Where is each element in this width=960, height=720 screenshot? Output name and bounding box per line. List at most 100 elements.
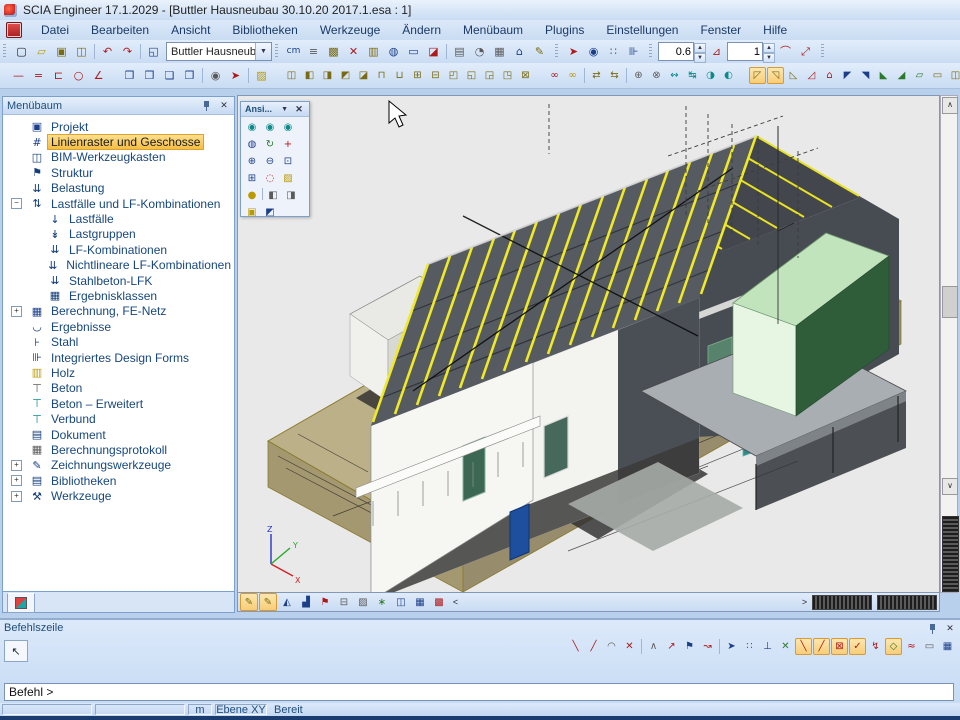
pointer-tool-button[interactable]: ↖ <box>4 640 28 662</box>
tree-item-design-forms[interactable]: ⊪Integriertes Design Forms <box>3 350 234 365</box>
member-check-button[interactable]: ∷ <box>604 42 623 61</box>
entity-table-button-2[interactable]: ▦ <box>411 593 429 611</box>
save-button[interactable]: ▣ <box>52 42 71 61</box>
snap-flag[interactable]: ⚑ <box>681 638 698 655</box>
menu-datei[interactable]: Datei <box>30 21 80 39</box>
clipping-box-button[interactable]: ▨ <box>279 170 297 187</box>
scroll-left-icon[interactable]: < <box>449 595 462 610</box>
snap-polygon[interactable]: ◇ <box>885 638 902 655</box>
copy-add-tool[interactable]: ❏ <box>160 66 179 85</box>
animation-slider-2[interactable] <box>877 595 937 610</box>
fly-through-tool[interactable]: ➤ <box>226 66 245 85</box>
zoom-in-button[interactable]: ⊕ <box>243 153 261 170</box>
cursor-snap-settings[interactable]: ➤ <box>723 638 740 655</box>
menu-menuebaum[interactable]: Menübaum <box>452 21 534 39</box>
view-palette[interactable]: Ansi... ▼ ✕ ◉ ◉ ◉ ◍ ↻ + ⊕ ⊖ ⊡ ⊞ ◌ ▨ ● ◧ … <box>240 101 310 217</box>
frame-tool-1[interactable]: ▭ <box>929 67 946 84</box>
vertical-scrollbar[interactable]: ∧ ∨ <box>940 95 958 593</box>
storey-tool[interactable]: ⌂ <box>821 67 838 84</box>
menu-aendern[interactable]: Ändern <box>391 21 452 39</box>
print-button[interactable]: ▤ <box>450 42 469 61</box>
undo-button[interactable]: ↶ <box>98 42 117 61</box>
dialog-alt-button[interactable]: ◪ <box>424 42 443 61</box>
tree-item-beton-erweitert[interactable]: ⊤Beton – Erweitert <box>3 396 234 411</box>
menu-bibliotheken[interactable]: Bibliotheken <box>221 21 308 39</box>
toolbar-grip[interactable] <box>275 44 278 59</box>
tree-item-lastfaelle-gruppe[interactable]: −⇅Lastfälle und LF-Kombinationen <box>3 196 234 211</box>
labels-button[interactable]: ⚑ <box>316 593 334 611</box>
palette-header[interactable]: Ansi... ▼ ✕ <box>241 102 309 117</box>
link-tool-2[interactable]: ⇆ <box>606 67 623 84</box>
scale-up-icon[interactable]: ▲ <box>694 43 706 53</box>
combo-dropdown-icon[interactable]: ▼ <box>255 43 271 60</box>
scroll-right-icon[interactable]: > <box>798 595 811 610</box>
pin-icon[interactable] <box>928 623 937 634</box>
support-scale-icon[interactable]: ⊿ <box>707 42 726 61</box>
snap-ortho[interactable]: ⊥ <box>759 638 776 655</box>
angle-tool[interactable]: ∠ <box>89 66 108 85</box>
window-layout-button[interactable]: ◱ <box>144 42 163 61</box>
snap-arc[interactable]: ↝ <box>699 638 716 655</box>
grid-display-button[interactable]: ▩ <box>430 593 448 611</box>
raster-tool-2[interactable]: ◥ <box>857 67 874 84</box>
tree-item-zeichnungswerkzeuge[interactable]: +✎Zeichnungswerkzeuge <box>3 458 234 473</box>
open-button[interactable]: ▱ <box>32 42 51 61</box>
tree-item-lastgruppen[interactable]: ↡Lastgruppen <box>3 227 234 242</box>
opening-tool-1[interactable]: ◰ <box>445 67 462 84</box>
snap-table[interactable]: ▦ <box>939 638 956 655</box>
tree-item-holz[interactable]: ▥Holz <box>3 365 234 380</box>
expand-toggle[interactable]: + <box>11 460 22 471</box>
zoom-selection-button[interactable]: ◌ <box>261 170 279 187</box>
coord-system-button[interactable]: ▣ <box>243 204 261 221</box>
support-tool-2[interactable]: ⊗ <box>648 67 665 84</box>
palette-close-icon[interactable]: ✕ <box>293 104 305 115</box>
snap-box[interactable]: ⊠ <box>831 638 848 655</box>
parallel-lines-tool[interactable]: = <box>29 66 48 85</box>
opening-tool-2[interactable]: ◱ <box>463 67 480 84</box>
dimensions-button[interactable]: ⊟ <box>335 593 353 611</box>
link-tool-1[interactable]: ⇄ <box>588 67 605 84</box>
menu-einstellungen[interactable]: Einstellungen <box>595 21 689 39</box>
close-icon[interactable]: ✕ <box>218 100 230 111</box>
cross-sections-button[interactable]: ✕ <box>344 42 363 61</box>
wall-view-tool-1[interactable]: ◸ <box>749 67 766 84</box>
load-scale-spinner[interactable]: ▲▼ <box>727 43 775 60</box>
raster-tool-1[interactable]: ◤ <box>839 67 856 84</box>
connection-tool-2[interactable]: ↹ <box>684 67 701 84</box>
tree-item-projekt[interactable]: ▣Projekt <box>3 119 234 134</box>
snap-lightning[interactable]: ↯ <box>867 638 884 655</box>
project-selector-combo[interactable]: Buttler Hausneubau ▼ <box>166 42 272 61</box>
collapse-toggle[interactable]: − <box>11 198 22 209</box>
paste-add-tool[interactable]: ❐ <box>180 66 199 85</box>
animation-slider-1[interactable] <box>812 595 872 610</box>
draw-mode-button-1[interactable]: ✎ <box>240 593 258 611</box>
snap-endpoint[interactable]: ╲ <box>567 638 584 655</box>
snap-line-midpoints[interactable]: ╱ <box>813 638 830 655</box>
expand-toggle[interactable]: + <box>11 475 22 486</box>
connection-tool-3[interactable]: ◑ <box>702 67 719 84</box>
new-button[interactable]: ▢ <box>12 42 31 61</box>
light-button[interactable]: ● <box>243 187 261 204</box>
tree-item-struktur[interactable]: ⚑Struktur <box>3 165 234 180</box>
tree-item-dokument[interactable]: ▤Dokument <box>3 427 234 442</box>
snap-grid-points[interactable]: ∷ <box>741 638 758 655</box>
tree-item-bibliotheken[interactable]: +▤Bibliotheken <box>3 473 234 488</box>
snap-tangent[interactable]: ↗ <box>663 638 680 655</box>
column-tool-3[interactable]: ◨ <box>319 67 336 84</box>
accelerator-button[interactable]: ➤ <box>564 42 583 61</box>
scroll-down-icon[interactable]: ∨ <box>942 478 958 495</box>
wall-tool[interactable]: ⊟ <box>427 67 444 84</box>
toolbar-grip[interactable] <box>555 44 558 59</box>
paste-tool[interactable]: ❒ <box>140 66 159 85</box>
snap-midpoint[interactable]: ╱ <box>585 638 602 655</box>
menu-tree-tab[interactable] <box>7 593 35 613</box>
status-unit[interactable]: m <box>188 704 212 715</box>
tree-item-bim[interactable]: ◫BIM-Werkzeugkasten <box>3 150 234 165</box>
toolbar-grip[interactable] <box>3 44 6 59</box>
catalog-button[interactable]: ▥ <box>364 42 383 61</box>
zoom-all-button[interactable]: ⊞ <box>243 170 261 187</box>
view-params-button[interactable]: ◩ <box>261 204 279 221</box>
hinge-tool-1[interactable]: ∞ <box>546 67 563 84</box>
connection-tool-1[interactable]: ↭ <box>666 67 683 84</box>
save-all-button[interactable]: ◫ <box>72 42 91 61</box>
